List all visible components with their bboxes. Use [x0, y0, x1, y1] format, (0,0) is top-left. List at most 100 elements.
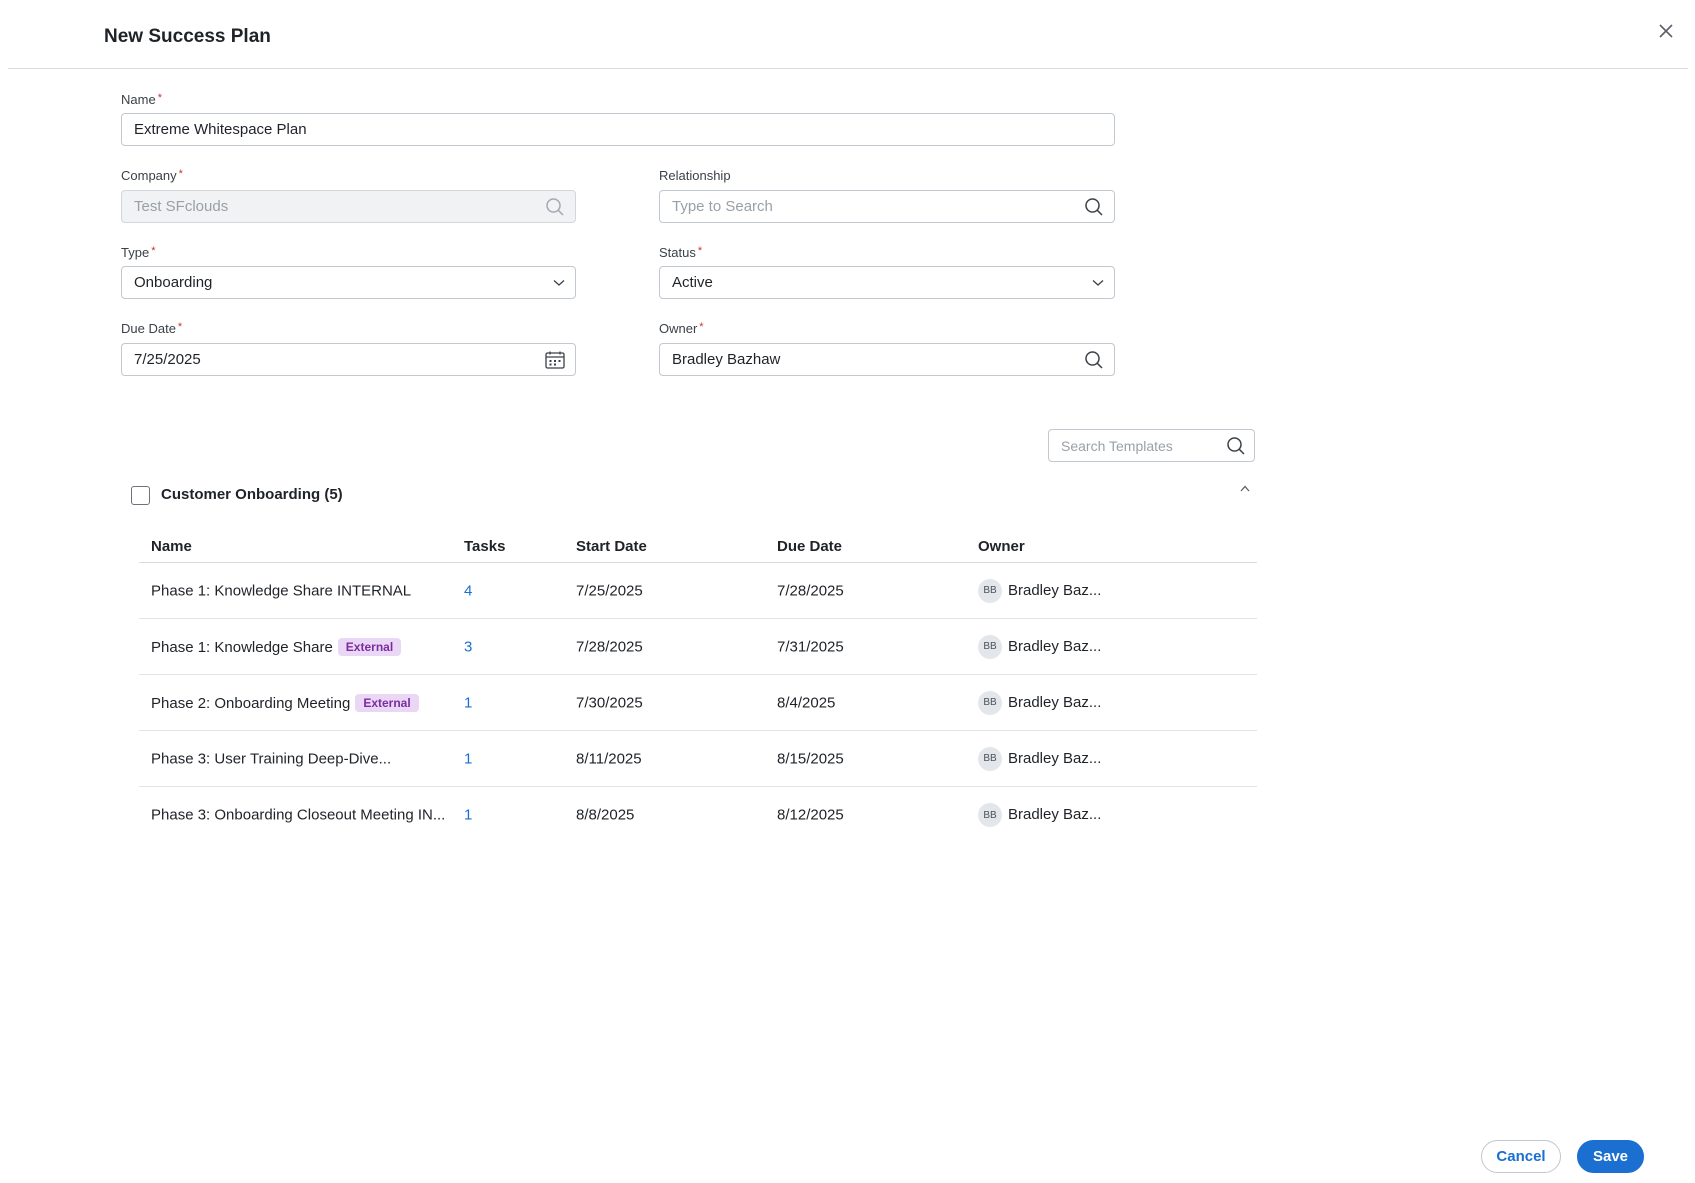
row-name-text: Phase 3: User Training Deep-Dive...	[151, 750, 392, 767]
search-icon[interactable]	[1084, 350, 1104, 370]
due-date-label-text: Due Date	[121, 321, 176, 336]
column-header-start-date[interactable]: Start Date	[576, 538, 647, 555]
company-field: Test SFclouds	[121, 190, 576, 223]
row-tasks-link[interactable]: 1	[464, 694, 472, 711]
name-label: Name *	[121, 92, 162, 107]
row-due-date: 8/12/2025	[777, 806, 844, 824]
owner-label-text: Owner	[659, 321, 698, 336]
close-icon	[1659, 24, 1673, 38]
name-field[interactable]	[121, 113, 1115, 146]
external-badge: External	[337, 637, 402, 656]
row-tasks-link[interactable]: 1	[464, 750, 472, 767]
company-label: Company *	[121, 168, 183, 183]
row-owner: BB Bradley Baz...	[978, 803, 1101, 827]
row-owner: BB Bradley Baz...	[978, 746, 1102, 771]
table-row[interactable]: Phase 1: Knowledge Share External 3 7/28/…	[139, 619, 1257, 675]
due-date-label: Due Date *	[121, 321, 182, 336]
row-name: Phase 3: Onboarding Closeout Meeting IN.…	[151, 807, 445, 824]
required-mark: *	[697, 245, 703, 257]
row-name-text: Phase 1: Knowledge Share	[151, 638, 333, 656]
row-name-text: Phase 2: Onboarding Meeting	[151, 694, 351, 712]
avatar: BB	[978, 634, 1002, 659]
row-owner: BB Bradley Baz...	[978, 634, 1102, 659]
row-start-date: 7/30/2025	[576, 694, 643, 711]
template-search-field[interactable]	[1048, 429, 1255, 462]
relationship-label: Relationship	[659, 168, 731, 183]
owner-field[interactable]	[659, 343, 1115, 376]
row-due-date: 7/31/2025	[777, 638, 844, 655]
name-label-text: Name	[121, 92, 156, 107]
cancel-button[interactable]: Cancel	[1481, 1140, 1561, 1173]
type-value: Onboarding	[134, 274, 213, 291]
external-badge: External	[355, 693, 419, 712]
row-owner-name: Bradley Baz...	[1008, 637, 1102, 655]
row-name: Phase 2: Onboarding Meeting External	[151, 693, 419, 712]
row-owner-name: Bradley Baz...	[1008, 581, 1102, 599]
owner-label: Owner *	[659, 321, 704, 336]
row-owner: BB Bradley Baz...	[978, 690, 1102, 715]
status-select[interactable]: Active	[659, 266, 1115, 299]
row-owner-name: Bradley Baz...	[1008, 693, 1102, 711]
required-mark: *	[178, 168, 183, 180]
due-date-field[interactable]	[121, 343, 576, 376]
relationship-input[interactable]	[672, 198, 1102, 215]
row-tasks-link[interactable]: 3	[464, 638, 472, 655]
row-name: Phase 1: Knowledge Share INTERNAL	[151, 582, 411, 599]
row-due-date: 8/4/2025	[777, 694, 836, 711]
row-owner-name: Bradley Baz...	[1008, 805, 1102, 823]
table-row[interactable]: Phase 1: Knowledge Share INTERNAL 4 7/25…	[139, 563, 1257, 619]
table-row[interactable]: Phase 2: Onboarding Meeting External 1 7/…	[139, 675, 1257, 731]
modal-header: New Success Plan	[8, 0, 1688, 69]
company-value: Test SFclouds	[134, 198, 229, 215]
avatar: BB	[978, 803, 1002, 827]
calendar-icon[interactable]	[545, 351, 565, 369]
row-owner: BB Bradley Baz...	[978, 578, 1102, 603]
owner-input[interactable]	[672, 351, 1102, 368]
group-select-checkbox[interactable]	[131, 486, 150, 505]
status-label: Status *	[659, 245, 702, 260]
search-icon	[545, 197, 565, 217]
avatar: BB	[978, 746, 1002, 771]
company-label-text: Company	[121, 168, 177, 183]
template-search-input[interactable]	[1061, 437, 1221, 454]
relationship-field[interactable]	[659, 190, 1115, 223]
save-button[interactable]: Save	[1577, 1140, 1644, 1173]
search-icon[interactable]	[1084, 197, 1104, 217]
row-name-text: Phase 1: Knowledge Share INTERNAL	[151, 582, 412, 599]
modal-title: New Success Plan	[104, 26, 271, 47]
search-icon[interactable]	[1226, 436, 1246, 461]
row-tasks-link[interactable]: 4	[464, 582, 472, 599]
table-header: Name Tasks Start Date Due Date Owner	[139, 532, 1257, 563]
column-header-due-date[interactable]: Due Date	[777, 538, 842, 555]
required-mark: *	[699, 321, 704, 333]
row-due-date: 8/15/2025	[777, 750, 844, 767]
column-header-name[interactable]: Name	[151, 538, 192, 555]
close-button[interactable]	[1653, 18, 1679, 44]
row-owner-name: Bradley Baz...	[1008, 749, 1102, 767]
type-label: Type *	[121, 245, 155, 260]
status-label-text: Status	[659, 245, 696, 260]
row-start-date: 7/25/2025	[576, 582, 643, 599]
due-date-input[interactable]	[134, 351, 563, 368]
required-mark: *	[177, 321, 183, 333]
type-select[interactable]: Onboarding	[121, 266, 576, 299]
table-row[interactable]: Phase 3: Onboarding Closeout Meeting IN.…	[139, 787, 1257, 843]
row-start-date: 7/28/2025	[576, 638, 643, 655]
collapse-group-button[interactable]	[1237, 480, 1253, 496]
name-input[interactable]	[134, 121, 1102, 138]
chevron-up-icon	[1240, 485, 1250, 491]
required-mark: *	[157, 92, 162, 104]
column-header-owner[interactable]: Owner	[978, 538, 1025, 555]
avatar: BB	[978, 690, 1002, 715]
required-mark: *	[151, 245, 156, 257]
column-header-tasks[interactable]: Tasks	[464, 538, 505, 555]
status-value: Active	[672, 274, 713, 291]
avatar: BB	[978, 578, 1002, 603]
table-row[interactable]: Phase 3: User Training Deep-Dive... 1 8/…	[139, 731, 1257, 787]
chevron-down-icon	[553, 279, 565, 287]
type-label-text: Type	[121, 245, 150, 260]
row-due-date: 7/28/2025	[777, 582, 844, 599]
row-tasks-link[interactable]: 1	[464, 807, 472, 824]
row-name: Phase 3: User Training Deep-Dive...	[151, 750, 391, 767]
template-group-title: Customer Onboarding (5)	[161, 486, 343, 503]
